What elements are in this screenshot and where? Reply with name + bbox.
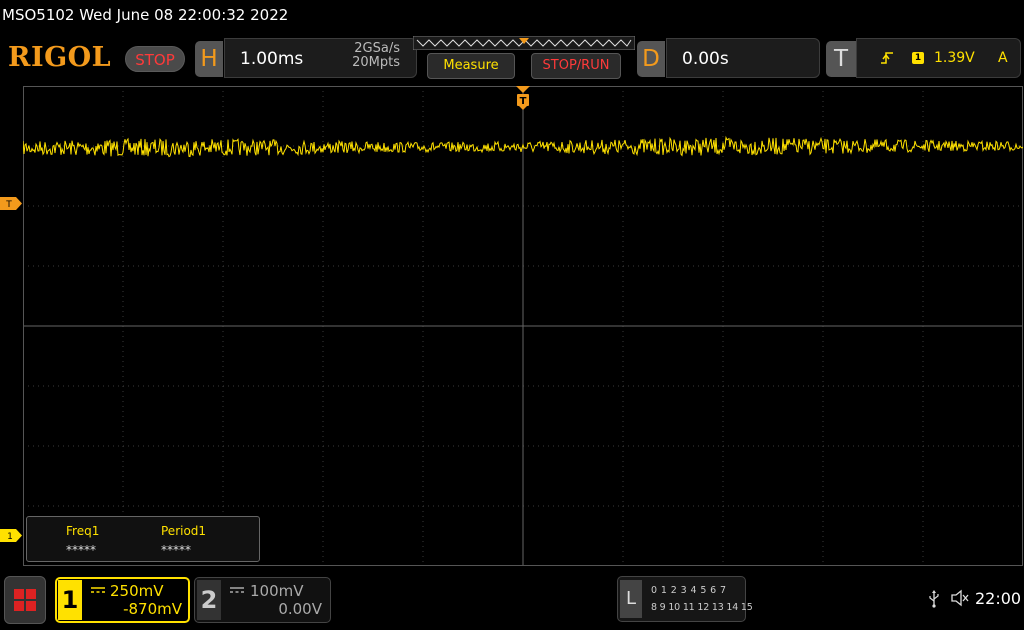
trigger-level: 1.39V (934, 50, 975, 66)
horizontal-menu-button[interactable]: H (195, 41, 223, 77)
ch1-scale: 250mV (110, 582, 164, 600)
ch1-label: 1 (58, 580, 82, 620)
trigger-position-marker[interactable]: T (516, 86, 530, 110)
usb-icon (929, 590, 939, 608)
measurement-value: ***** (66, 543, 96, 557)
ch1-offset-marker[interactable]: 1 (0, 529, 22, 542)
run-state-button[interactable]: STOP (125, 46, 185, 72)
stop-run-button[interactable]: STOP/RUN (531, 53, 621, 79)
ch2-offset: 0.00V (278, 600, 322, 618)
rising-edge-icon (881, 52, 893, 64)
measurement-value: ***** (161, 543, 191, 557)
measurement-name: Freq1 (66, 524, 100, 538)
measure-button[interactable]: Measure (427, 53, 515, 79)
trigger-level-marker[interactable]: T (0, 197, 22, 210)
trigger-mode: A (998, 50, 1008, 66)
delay-menu-button[interactable]: D (637, 41, 665, 77)
delay-value: 0.00s (682, 49, 729, 69)
graticule-axes (23, 86, 1023, 566)
logic-analyzer-label: L (620, 580, 642, 618)
trigger-source-badge: 1 (912, 52, 924, 64)
measurement-name: Period1 (161, 524, 207, 538)
timebase-value: 1.00ms (240, 49, 304, 69)
speaker-muted-icon[interactable] (950, 588, 970, 608)
trigger-position-strip (413, 36, 635, 50)
sample-rate-info: 2GSa/s 20Mpts (330, 42, 400, 70)
rigol-logo: RIGOL (8, 42, 112, 73)
ch2-scale: 100mV (250, 582, 304, 600)
digital-channels-low: 0 1 2 3 4 5 6 7 (651, 585, 727, 596)
measurement-panel[interactable] (26, 516, 260, 562)
main-menu-button[interactable] (4, 576, 46, 624)
svg-text:1: 1 (7, 532, 13, 542)
dc-coupling-icon (230, 587, 244, 593)
memory-depth: 20Mpts (352, 55, 400, 70)
ch1-offset: -870mV (123, 600, 182, 618)
waveform-display[interactable] (23, 86, 1023, 566)
grid-menu-icon (14, 589, 36, 611)
svg-text:T: T (5, 200, 12, 210)
clock: 22:00 (975, 589, 1022, 608)
digital-channels-high: 8 9 10 11 12 13 14 15 (651, 602, 753, 613)
window-title: MSO5102 Wed June 08 22:00:32 2022 (2, 6, 289, 24)
svg-text:T: T (520, 96, 527, 107)
sample-rate: 2GSa/s (354, 41, 400, 56)
dc-coupling-icon (91, 587, 105, 593)
trigger-menu-button[interactable]: T (826, 41, 856, 77)
ch2-label: 2 (197, 580, 221, 620)
